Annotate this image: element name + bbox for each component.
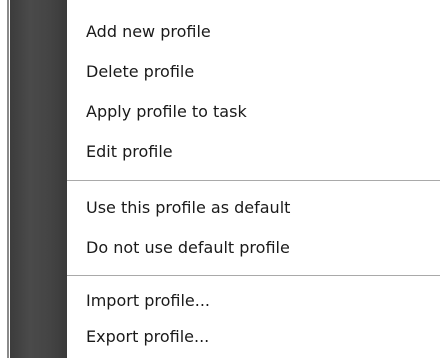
menu-item-add-new-profile[interactable]: Add new profile [86, 12, 211, 52]
menu-item-delete-profile[interactable]: Delete profile [86, 52, 194, 92]
menu-item-use-profile-as-default[interactable]: Use this profile as default [86, 188, 290, 228]
menu-left-border [7, 0, 9, 358]
menu-item-edit-profile[interactable]: Edit profile [86, 132, 173, 172]
menu-icon-gutter [10, 0, 67, 358]
menu-separator [67, 180, 440, 182]
context-menu: Add new profile Delete profile Apply pro… [0, 0, 440, 358]
menu-item-do-not-use-default-profile[interactable]: Do not use default profile [86, 228, 290, 268]
menu-item-apply-profile-to-task[interactable]: Apply profile to task [86, 92, 247, 132]
menu-separator [67, 275, 440, 277]
menu-item-import-profile[interactable]: Import profile... [86, 281, 210, 321]
menu-item-export-profile[interactable]: Export profile... [86, 317, 209, 357]
